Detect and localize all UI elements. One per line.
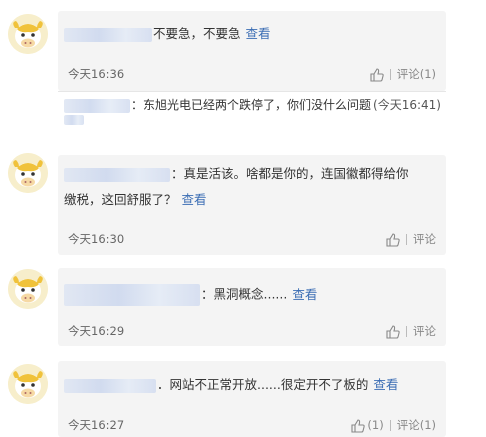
blurred-username[interactable] [64, 378, 156, 393]
reply-text-line: ：东旭光电已经两个跌停了，你们没什么问题 (今天16:41) [64, 96, 441, 114]
comment-actions: 评论 [386, 323, 436, 339]
cow-face-icon [8, 269, 48, 309]
reply-count-link[interactable]: 评论(1) [397, 67, 436, 81]
comment-text: 不要急，不要急 [153, 26, 241, 41]
comment-text: ．网站不正常开放......很定开不了板的 [157, 377, 369, 392]
comment-text-line2: 缴税，这回舒服了？ [64, 192, 177, 207]
view-more-link[interactable]: 查看 [246, 26, 271, 41]
comment-time: 今天16:27 [68, 418, 125, 432]
avatar[interactable] [8, 269, 48, 309]
view-more-link[interactable]: 查看 [373, 377, 398, 392]
thumbs-up-icon[interactable] [351, 418, 366, 433]
like-count: (1) [367, 418, 384, 432]
comment-card: ：真是活该。啥都是你的，连国徽都得给你 缴税，这回舒服了？ 查看 今天16:30 … [58, 155, 446, 255]
reply-link[interactable]: 评论 [413, 324, 436, 338]
comment-time: 今天16:29 [68, 324, 125, 338]
divider [406, 234, 407, 245]
comment-text: ：黑洞概念...... [201, 286, 288, 302]
view-more-link[interactable]: 查看 [292, 287, 317, 302]
comment-card: ．网站不正常开放......很定开不了板的 查看 今天16:27 (1) 评论(1) [58, 361, 446, 437]
reply-item: ：东旭光电已经两个跌停了，你们没什么问题 (今天16:41) [58, 91, 446, 130]
avatar[interactable] [8, 153, 48, 193]
blurred-username[interactable] [64, 167, 170, 182]
divider [389, 420, 391, 431]
reply-count-link[interactable]: 评论(1) [397, 418, 436, 432]
comment-text-line: 缴税，这回舒服了？ 查看 [64, 191, 438, 209]
comment-text-line: 不要急，不要急 查看 [64, 25, 438, 43]
comment-text-line1: ：真是活该。啥都是你的，连国徽都得给你 [171, 166, 409, 181]
avatar[interactable] [8, 364, 48, 404]
divider [406, 326, 407, 337]
comment-text-line: ．网站不正常开放......很定开不了板的 查看 [64, 376, 438, 394]
comment-actions: 评论 [386, 231, 436, 247]
reply-link[interactable]: 评论 [413, 232, 436, 246]
blurred-username[interactable] [64, 98, 130, 113]
comment-card: ：黑洞概念...... 查看 今天16:29 评论 [58, 268, 446, 346]
comment-text-line: ：真是活该。啥都是你的，连国徽都得给你 [64, 165, 438, 183]
reply-text: ：东旭光电已经两个跌停了，你们没什么问题 [131, 98, 372, 112]
comment-actions: 评论(1) [370, 66, 436, 82]
thumbs-up-icon[interactable] [386, 232, 400, 247]
comment-time: 今天16:30 [68, 232, 125, 246]
comment-actions: (1) 评论(1) [351, 417, 436, 433]
blurred-username[interactable] [64, 284, 200, 306]
cow-face-icon [8, 364, 48, 404]
cow-face-icon [8, 14, 48, 54]
thumbs-up-icon[interactable] [386, 324, 400, 339]
comment-card: 不要急，不要急 查看 今天16:36 评论(1) [58, 11, 446, 91]
comment-time: 今天16:36 [68, 67, 125, 81]
comment-text-line: ：黑洞概念...... 查看 [64, 284, 438, 306]
blurred-username-extra [64, 115, 84, 125]
thumbs-up-icon[interactable] [370, 67, 384, 82]
divider [389, 69, 391, 80]
blurred-username[interactable] [64, 27, 152, 42]
view-more-link[interactable]: 查看 [182, 192, 207, 207]
reply-time: (今天16:41) [373, 98, 441, 112]
avatar[interactable] [8, 14, 48, 54]
cow-face-icon [8, 153, 48, 193]
